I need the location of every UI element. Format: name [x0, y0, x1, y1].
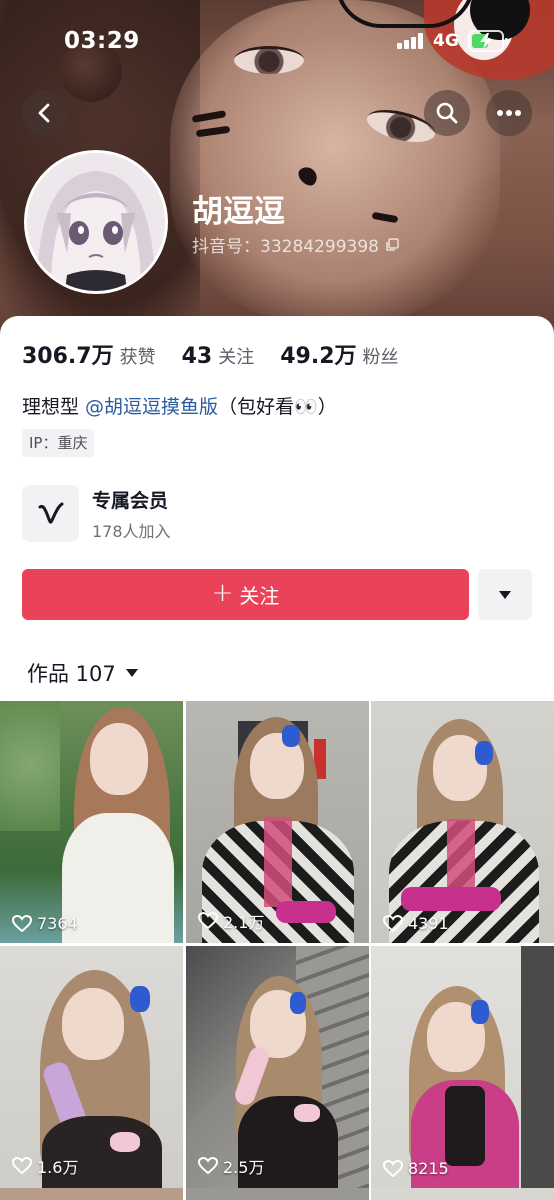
signal-icon — [397, 33, 427, 49]
heart-outline-icon — [198, 1157, 218, 1175]
membership-title[interactable]: 专属会员 — [92, 486, 168, 513]
stat-likes-value: 306.7万 — [22, 344, 114, 369]
heart-outline-icon — [12, 1157, 32, 1175]
avatar[interactable] — [24, 150, 168, 294]
like-count: 1.6万 — [12, 1154, 78, 1178]
bio: 理想型 @胡逗逗摸鱼版（包好看👀） — [22, 392, 337, 419]
chevron-left-icon — [38, 103, 50, 123]
works-tab-label: 作品 107 — [27, 662, 116, 686]
video-tile[interactable]: 1.6万 — [0, 946, 183, 1188]
video-tile[interactable]: 2.1万 — [186, 701, 369, 943]
like-count: 2.1万 — [198, 909, 264, 933]
follow-button[interactable]: + 关注 — [22, 569, 469, 620]
network-type: 4G — [433, 31, 459, 51]
recommend-dropdown-button[interactable] — [478, 569, 532, 620]
stats-row: 306.7万 获赞 43 关注 49.2万 粉丝 — [22, 338, 425, 370]
stat-followers-value[interactable]: 49.2万 — [280, 338, 356, 370]
douyin-id-text: 抖音号：33284299398 — [192, 237, 379, 257]
triangle-down-icon — [499, 590, 511, 599]
battery-icon — [468, 30, 508, 52]
stat-followers-label[interactable]: 粉丝 — [363, 343, 399, 369]
like-count: 7364 — [12, 914, 78, 933]
username: 胡逗逗 — [192, 194, 285, 230]
bio-mention-link[interactable]: @胡逗逗摸鱼版 — [85, 396, 218, 418]
copy-icon[interactable] — [385, 237, 399, 252]
next-row-partial — [0, 1188, 554, 1200]
avatar-anime-image — [27, 153, 165, 291]
video-tile[interactable]: 8215 — [371, 946, 554, 1188]
bio-prefix: 理想型 — [22, 396, 86, 418]
status-bar: 03:29 4G — [0, 0, 554, 84]
video-tile[interactable]: 2.5万 — [186, 946, 369, 1188]
bio-suffix: （包好看👀） — [218, 396, 337, 418]
douyin-id[interactable]: 抖音号：33284299398 — [192, 232, 399, 257]
membership-subtitle: 178人加入 — [92, 522, 171, 541]
more-button[interactable] — [486, 90, 532, 136]
search-icon — [436, 102, 458, 124]
video-tile[interactable]: 4391 — [371, 701, 554, 943]
like-count-text: 2.1万 — [223, 913, 265, 932]
like-count-text: 7364 — [37, 914, 78, 933]
caret-down-icon — [125, 669, 138, 677]
ip-location-tag: IP：重庆 — [22, 429, 95, 457]
back-button[interactable] — [22, 90, 68, 136]
heart-outline-icon — [12, 914, 32, 932]
like-count-text: 8215 — [408, 1159, 449, 1178]
heart-outline-icon — [383, 914, 403, 932]
stat-following-value[interactable]: 43 — [182, 344, 213, 369]
membership-logo[interactable] — [22, 485, 79, 542]
like-count: 2.5万 — [198, 1154, 264, 1178]
like-count-text: 4391 — [408, 914, 449, 933]
video-tile[interactable]: 7364 — [0, 701, 183, 943]
v-logo-icon — [38, 502, 63, 524]
follow-button-label: 关注 — [239, 584, 280, 608]
like-count-text: 1.6万 — [37, 1158, 79, 1177]
stat-likes-label: 获赞 — [119, 347, 156, 368]
stat-following-label[interactable]: 关注 — [218, 343, 254, 369]
heart-outline-icon — [383, 1159, 403, 1177]
status-time: 03:29 — [64, 28, 140, 54]
like-count-text: 2.5万 — [223, 1158, 265, 1177]
more-dots-icon — [497, 110, 521, 116]
plus-icon: + — [211, 578, 234, 608]
works-tab[interactable]: 作品 107 — [27, 658, 138, 688]
search-button[interactable] — [424, 90, 470, 136]
heart-outline-icon — [198, 912, 218, 930]
like-count: 8215 — [383, 1159, 449, 1178]
like-count: 4391 — [383, 914, 449, 933]
